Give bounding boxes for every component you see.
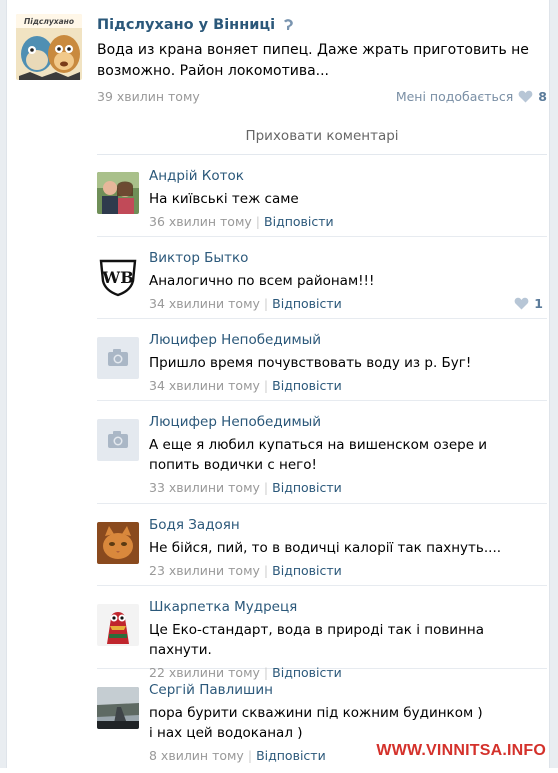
comment-meta: 34 хвилини тому | Відповісти <box>149 378 342 393</box>
comment-time[interactable]: 23 хвилини тому <box>149 563 260 578</box>
comment: Люцифер Непобедимый Пришло время почувст… <box>97 319 547 401</box>
post-text: Вода из крана воняет пипец. Даже жрать п… <box>97 42 529 79</box>
comment-avatar[interactable] <box>97 522 139 564</box>
comment-time[interactable]: 8 хвилин тому <box>149 748 244 763</box>
post-author-name[interactable]: Підслухано у Вінниці <box>97 17 275 33</box>
camera-placeholder-icon <box>97 419 139 461</box>
comment-author[interactable]: Сергій Павлишин <box>149 681 539 699</box>
svg-text:WB: WB <box>101 268 134 287</box>
comment-avatar[interactable] <box>97 172 139 214</box>
comment-avatar[interactable] <box>97 419 139 461</box>
heart-icon <box>518 90 533 103</box>
post-time[interactable]: 39 хвилин тому <box>97 89 200 104</box>
post-like-button[interactable]: Мені подобається 8 <box>396 89 547 104</box>
community-logo-icon: Підслухано <box>16 14 82 80</box>
reply-link[interactable]: Відповісти <box>256 748 326 763</box>
reply-link[interactable]: Відповісти <box>272 480 342 495</box>
comment-meta: 23 хвилини тому | Відповісти <box>149 563 342 578</box>
comment: Андрій Коток На київські теж саме 36 хви… <box>97 155 547 237</box>
comment-avatar[interactable] <box>97 337 139 379</box>
comment-time[interactable]: 34 хвилини тому <box>149 296 260 311</box>
comment-author[interactable]: Бодя Задоян <box>149 516 539 534</box>
comment: Бодя Задоян Не бійся, пий, то в водичці … <box>97 504 547 586</box>
user-photo-icon <box>97 172 139 214</box>
logo-text: Підслухано <box>24 17 74 26</box>
comment-meta: 33 хвилини тому | Відповісти <box>149 480 342 495</box>
comments-list: Андрій Коток На київські теж саме 36 хви… <box>97 155 547 773</box>
post-avatar[interactable]: Підслухано <box>16 14 82 80</box>
verified-icon <box>284 19 293 30</box>
comment: Люцифер Непобедимый А еще я любил купать… <box>97 401 547 504</box>
comment-avatar[interactable]: WB <box>97 255 139 297</box>
comment-meta: 34 хвилини тому | Відповісти <box>149 296 342 311</box>
comment-author[interactable]: Андрій Коток <box>149 167 539 185</box>
comment-meta: 36 хвилин тому | Відповісти <box>149 214 334 229</box>
comment-author[interactable]: Шкарпетка Мудреця <box>149 598 539 616</box>
comment-text: Пришло время почувствовать воду из р. Бу… <box>149 355 472 371</box>
comment-time[interactable]: 36 хвилин тому <box>149 214 252 229</box>
sock-puppet-icon <box>97 604 139 646</box>
reply-link[interactable]: Відповісти <box>264 214 334 229</box>
post-likes-count: 8 <box>538 89 547 104</box>
comment-text: Не бійся, пий, то в водичці калорії так … <box>149 540 502 556</box>
road-photo-icon <box>97 687 139 729</box>
wb-logo-icon: WB <box>97 255 139 297</box>
comment-text: А еще я любил купаться на вишенском озер… <box>149 437 488 473</box>
reply-link[interactable]: Відповісти <box>272 563 342 578</box>
comment-avatar[interactable] <box>97 604 139 646</box>
comment: WB Виктор Бытко Аналогично по всем район… <box>97 237 547 319</box>
site-watermark: WWW.VINNITSA.INFO <box>376 742 546 759</box>
comment-likes-count: 1 <box>534 296 543 311</box>
comment: Шкарпетка Мудреця Це Еко-стандарт, вода … <box>97 586 547 680</box>
heart-icon <box>514 297 529 310</box>
comment-time[interactable]: 34 хвилини тому <box>149 378 260 393</box>
post-likes-label: Мені подобається <box>395 89 514 104</box>
comment-text: На київські теж саме <box>149 191 299 207</box>
comment-text: Це Еко-стандарт, вода в природі так і по… <box>149 622 485 658</box>
comment-author[interactable]: Люцифер Непобедимый <box>149 331 539 349</box>
comment-like-button[interactable]: 1 <box>514 296 543 311</box>
page-frame-right <box>549 0 558 768</box>
comment-author[interactable]: Виктор Бытко <box>149 249 539 267</box>
cat-photo-icon <box>97 522 139 564</box>
camera-placeholder-icon <box>97 337 139 379</box>
comment-avatar[interactable] <box>97 687 139 729</box>
comment-time[interactable]: 33 хвилини тому <box>149 480 260 495</box>
page-frame-left <box>0 0 7 768</box>
comment-author[interactable]: Люцифер Непобедимый <box>149 413 539 431</box>
hide-comments-link[interactable]: Приховати коментарі <box>97 128 547 144</box>
reply-link[interactable]: Відповісти <box>272 296 342 311</box>
comment-text: Аналогично по всем районам!!! <box>149 273 375 289</box>
reply-link[interactable]: Відповісти <box>272 378 342 393</box>
comment-text: пора бурити скважини під кожним будинком… <box>149 705 483 741</box>
post-author[interactable]: Підслухано у Вінниці <box>97 14 547 36</box>
